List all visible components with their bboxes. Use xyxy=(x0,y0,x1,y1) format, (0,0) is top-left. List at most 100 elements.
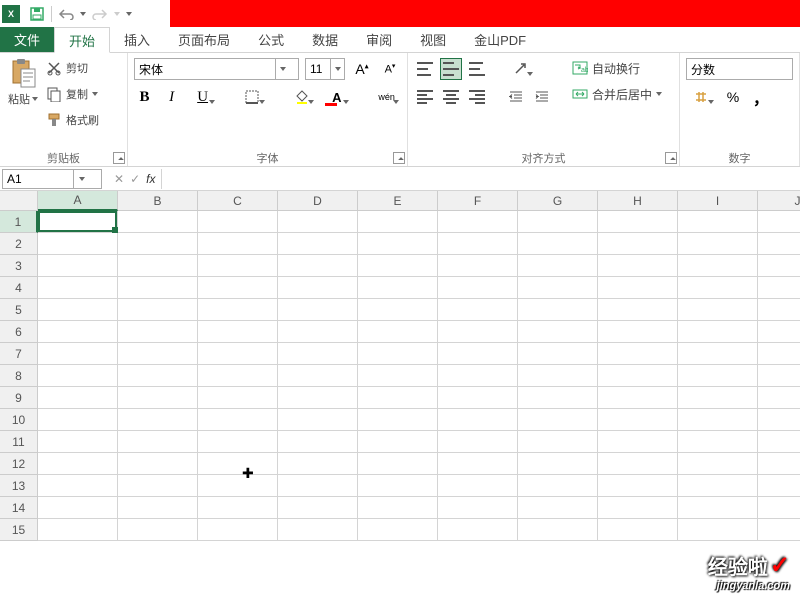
cell[interactable] xyxy=(358,519,438,541)
cell[interactable] xyxy=(598,453,678,475)
row-header[interactable]: 9 xyxy=(0,387,38,409)
cell[interactable] xyxy=(758,387,800,409)
paste-button[interactable]: 粘贴 xyxy=(4,55,42,109)
align-bottom-button[interactable] xyxy=(466,58,488,80)
cell[interactable] xyxy=(438,277,518,299)
cell[interactable] xyxy=(38,475,118,497)
cell[interactable] xyxy=(598,277,678,299)
cell[interactable] xyxy=(278,299,358,321)
font-name-dropdown[interactable] xyxy=(275,59,289,79)
cell[interactable] xyxy=(518,365,598,387)
customize-qat-dropdown[interactable] xyxy=(123,3,135,25)
cell[interactable] xyxy=(518,497,598,519)
cell[interactable] xyxy=(518,233,598,255)
cell[interactable] xyxy=(758,431,800,453)
align-top-button[interactable] xyxy=(414,58,436,80)
cell[interactable] xyxy=(518,277,598,299)
cell[interactable] xyxy=(198,321,278,343)
cell[interactable] xyxy=(358,233,438,255)
cell[interactable] xyxy=(278,233,358,255)
row-header[interactable]: 11 xyxy=(0,431,38,453)
cell[interactable] xyxy=(438,343,518,365)
bold-button[interactable]: B xyxy=(134,86,155,108)
comma-button[interactable]: ， xyxy=(750,86,772,108)
name-box[interactable] xyxy=(2,169,102,189)
enter-icon[interactable]: ✓ xyxy=(130,172,140,186)
cell[interactable] xyxy=(38,321,118,343)
orientation-button[interactable] xyxy=(505,58,535,80)
cell[interactable] xyxy=(438,299,518,321)
decrease-font-size-button[interactable]: A▾ xyxy=(379,58,401,80)
cell[interactable] xyxy=(438,497,518,519)
tab-view[interactable]: 视图 xyxy=(406,27,460,52)
font-size-combo[interactable] xyxy=(305,58,345,80)
cell[interactable] xyxy=(278,321,358,343)
cell[interactable] xyxy=(598,233,678,255)
cell[interactable] xyxy=(358,387,438,409)
decrease-indent-button[interactable] xyxy=(505,86,527,108)
cell[interactable] xyxy=(438,475,518,497)
cell[interactable] xyxy=(678,321,758,343)
cell[interactable] xyxy=(518,299,598,321)
row-header[interactable]: 2 xyxy=(0,233,38,255)
cell[interactable] xyxy=(278,387,358,409)
cell[interactable] xyxy=(438,211,518,233)
cancel-icon[interactable]: ✕ xyxy=(114,172,124,186)
cell[interactable] xyxy=(678,409,758,431)
cell[interactable] xyxy=(438,431,518,453)
cell[interactable] xyxy=(758,233,800,255)
cell[interactable] xyxy=(118,233,198,255)
cell[interactable] xyxy=(198,365,278,387)
percent-button[interactable]: % xyxy=(722,86,744,108)
cell[interactable] xyxy=(678,497,758,519)
cell[interactable] xyxy=(678,299,758,321)
cell[interactable] xyxy=(758,453,800,475)
undo-dropdown[interactable] xyxy=(77,3,89,25)
cell[interactable] xyxy=(758,211,800,233)
cell[interactable] xyxy=(518,321,598,343)
cell[interactable] xyxy=(358,343,438,365)
cell[interactable] xyxy=(358,299,438,321)
cell[interactable] xyxy=(38,497,118,519)
cell[interactable] xyxy=(198,453,278,475)
cell[interactable] xyxy=(758,299,800,321)
cell[interactable] xyxy=(118,519,198,541)
cell[interactable] xyxy=(198,475,278,497)
name-box-dropdown[interactable] xyxy=(73,170,89,188)
tab-review[interactable]: 审阅 xyxy=(352,27,406,52)
formula-input[interactable] xyxy=(161,169,800,189)
cell[interactable] xyxy=(198,343,278,365)
cell[interactable] xyxy=(278,409,358,431)
cell[interactable] xyxy=(278,431,358,453)
cell[interactable] xyxy=(518,519,598,541)
column-header[interactable]: B xyxy=(118,191,198,211)
cell[interactable] xyxy=(38,277,118,299)
font-dialog-launcher[interactable] xyxy=(393,152,405,164)
cell[interactable] xyxy=(198,233,278,255)
cell[interactable] xyxy=(518,453,598,475)
cell[interactable] xyxy=(598,321,678,343)
cell[interactable] xyxy=(278,343,358,365)
cell[interactable] xyxy=(678,387,758,409)
cell[interactable] xyxy=(758,255,800,277)
cell[interactable] xyxy=(38,453,118,475)
cell[interactable] xyxy=(758,365,800,387)
cell[interactable] xyxy=(678,453,758,475)
font-name-combo[interactable] xyxy=(134,58,299,80)
save-button[interactable] xyxy=(26,3,48,25)
insert-function-button[interactable]: fx xyxy=(146,172,155,186)
align-center-button[interactable] xyxy=(440,86,462,108)
cell[interactable] xyxy=(38,233,118,255)
cell[interactable] xyxy=(438,409,518,431)
cell[interactable] xyxy=(598,211,678,233)
row-header[interactable]: 12 xyxy=(0,453,38,475)
cell[interactable] xyxy=(118,431,198,453)
row-header[interactable]: 13 xyxy=(0,475,38,497)
cell[interactable] xyxy=(118,321,198,343)
row-header[interactable]: 3 xyxy=(0,255,38,277)
cell[interactable] xyxy=(598,497,678,519)
tab-page-layout[interactable]: 页面布局 xyxy=(164,27,244,52)
row-header[interactable]: 14 xyxy=(0,497,38,519)
underline-button[interactable]: U xyxy=(188,86,217,108)
cell[interactable] xyxy=(118,211,198,233)
